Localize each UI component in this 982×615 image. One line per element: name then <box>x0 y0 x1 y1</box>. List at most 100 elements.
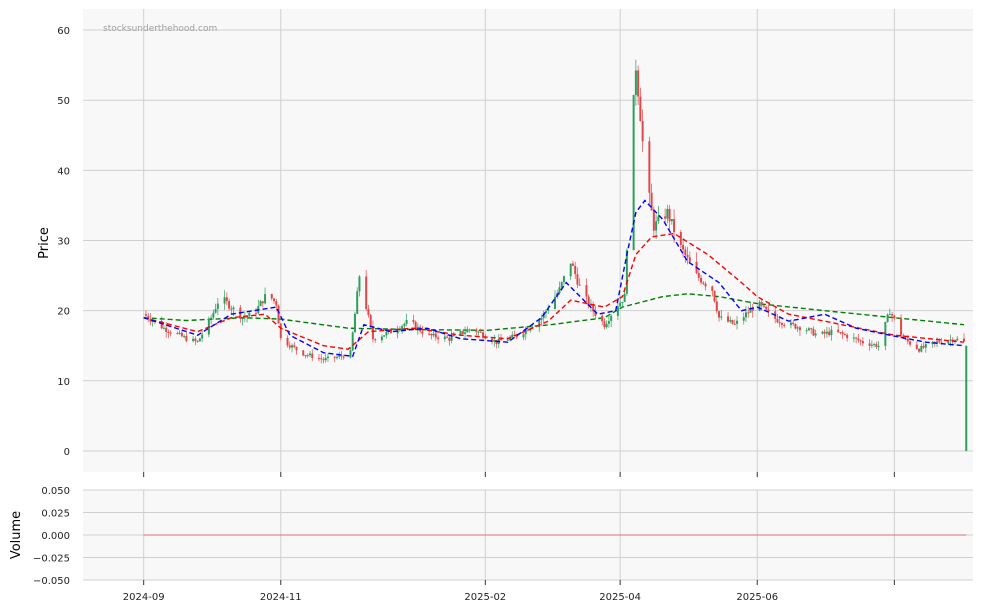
candle-down <box>578 284 581 286</box>
volume-tick-label: 0.050 <box>41 486 70 497</box>
candle-down <box>165 327 168 332</box>
candle-down <box>684 249 687 255</box>
candle-down <box>846 334 849 339</box>
price-tick-label: 0 <box>64 447 70 458</box>
price-tick-label: 50 <box>57 96 70 107</box>
candle-up <box>178 332 181 334</box>
candle-down <box>906 338 909 342</box>
candle-down <box>704 283 707 287</box>
candle-down <box>277 305 280 324</box>
candle-up <box>192 338 195 342</box>
candle-up <box>201 334 204 339</box>
candle-down <box>500 338 503 341</box>
x-tick-label: 2025-02 <box>464 592 506 603</box>
candle-up <box>877 345 880 347</box>
candle-up <box>560 282 563 288</box>
candle-up <box>403 323 406 327</box>
price-tick-label: 30 <box>57 237 70 248</box>
candle-up <box>162 327 165 329</box>
candle-down <box>167 331 170 333</box>
candle-up <box>920 345 923 352</box>
candle-down <box>891 314 894 316</box>
candle-up <box>610 315 613 321</box>
candle-down <box>679 232 682 245</box>
candle-up <box>264 294 267 304</box>
candle-up <box>259 301 262 306</box>
candle-down <box>180 332 183 337</box>
candle-up <box>657 216 660 222</box>
candle-up <box>736 320 739 324</box>
candle-up <box>634 70 637 96</box>
candle-up <box>468 329 471 331</box>
candle-up <box>210 317 213 319</box>
x-tick-label: 2024-11 <box>260 592 302 603</box>
candle-up <box>335 356 338 358</box>
candle-down <box>437 337 440 340</box>
candle-up <box>304 355 307 357</box>
candle-up <box>619 302 622 307</box>
candle-up <box>326 356 329 359</box>
candle-up <box>632 95 635 251</box>
candle-down <box>697 273 700 278</box>
candle-down <box>279 323 282 339</box>
candle-down <box>475 329 478 332</box>
candle-up <box>666 208 669 219</box>
candle-up <box>553 296 556 309</box>
candle-down <box>412 320 415 322</box>
candle-up <box>243 317 246 319</box>
x-tick-label: 2025-04 <box>599 592 641 603</box>
candle-up <box>198 338 201 342</box>
candle-down <box>369 314 372 327</box>
candle-up <box>670 219 673 222</box>
candle-up <box>511 334 514 338</box>
candle-up <box>742 317 745 321</box>
candle-down <box>855 337 858 339</box>
candle-up <box>623 293 626 303</box>
candle-up <box>936 341 939 343</box>
candle-down <box>841 332 844 335</box>
candle-up <box>924 344 927 348</box>
candle-up <box>814 333 817 336</box>
candle-down <box>859 340 862 342</box>
candle-down <box>571 263 574 266</box>
candle-up <box>569 263 572 277</box>
candle-down <box>686 254 689 258</box>
candle-down <box>288 345 291 348</box>
candle-down <box>230 308 233 310</box>
candle-up <box>248 312 251 317</box>
candle-down <box>302 350 305 356</box>
candle-down <box>861 340 864 344</box>
candle-up <box>324 358 327 361</box>
candle-down <box>673 219 676 233</box>
candle-down <box>837 329 840 333</box>
candle-down <box>702 282 705 284</box>
candle-down <box>421 331 424 334</box>
candle-down <box>185 336 188 342</box>
candle-down <box>585 285 588 297</box>
candle-down <box>798 327 801 331</box>
candle-up <box>607 320 610 324</box>
candle-up <box>338 355 341 357</box>
candle-down <box>641 121 644 142</box>
candle-down <box>176 333 179 335</box>
candle-up <box>353 313 356 333</box>
candle-down <box>648 141 651 193</box>
candle-down <box>365 276 368 310</box>
watermark: stocksunderthehood.com <box>103 24 217 34</box>
candle-up <box>291 345 294 348</box>
candle-down <box>922 345 925 348</box>
candle-down <box>664 216 667 219</box>
candle-up <box>605 323 608 328</box>
candle-down <box>652 210 655 231</box>
candle-down <box>574 265 577 275</box>
candle-up <box>477 331 480 333</box>
candle-down <box>711 286 714 291</box>
candle-up <box>241 318 244 320</box>
candle-down <box>731 320 734 324</box>
price-tick-label: 60 <box>57 26 70 37</box>
candle-down <box>918 348 921 352</box>
candle-up <box>212 312 215 318</box>
candle-up <box>621 302 624 304</box>
candle-up <box>232 307 235 310</box>
candle-up <box>405 320 408 324</box>
